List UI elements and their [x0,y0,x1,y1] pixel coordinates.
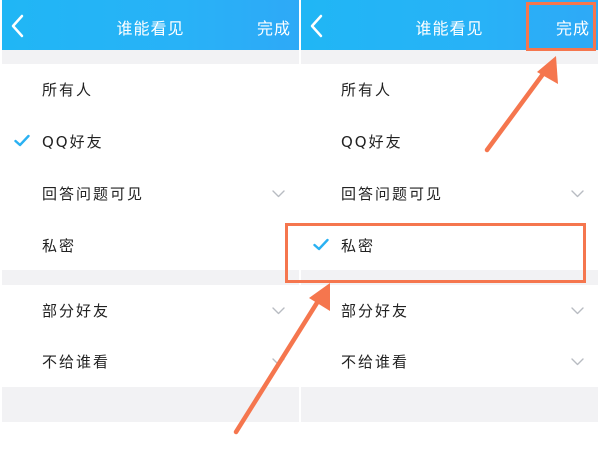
option-label: QQ好友 [42,133,104,151]
chevron-down-icon [571,358,584,366]
option-label: 部分好友 [341,302,410,320]
option-some-friends[interactable]: 部分好友 [2,285,299,337]
option-qq-friends[interactable]: QQ好友 [2,116,299,168]
chevron-down-icon [571,190,584,198]
option-everyone[interactable]: 所有人 [301,64,598,116]
visibility-options: 所有人 QQ好友 回答问题可见 私密 [2,64,299,270]
more-visibility-options: 部分好友 不给谁看 [2,285,299,387]
option-label: 私密 [42,237,77,255]
nav-bar: 谁能看见 完成 [2,0,299,50]
option-label: 部分好友 [42,302,111,320]
page-title: 谁能看见 [116,19,185,38]
visibility-screen-after: 谁能看见 完成 所有人 QQ好友 回答问题可见 私密 部分好友 不给谁看 [301,0,598,422]
chevron-down-icon [272,190,285,198]
option-hide-from[interactable]: 不给谁看 [301,336,598,388]
option-label: QQ好友 [341,133,403,151]
option-everyone[interactable]: 所有人 [2,64,299,116]
option-label: 不给谁看 [341,353,410,371]
chevron-down-icon [571,307,584,315]
check-icon [14,134,30,147]
option-some-friends[interactable]: 部分好友 [301,285,598,337]
option-qq-friends[interactable]: QQ好友 [301,116,598,168]
option-private[interactable]: 私密 [2,220,299,272]
option-label: 不给谁看 [42,353,111,371]
chevron-down-icon [272,307,285,315]
option-label: 所有人 [341,81,393,99]
highlight-box-done [526,2,596,51]
visibility-screen-before: 谁能看见 完成 所有人 QQ好友 回答问题可见 私密 部分好友 不给谁看 [2,0,299,422]
option-answer-question[interactable]: 回答问题可见 [301,168,598,220]
chevron-down-icon [272,358,285,366]
more-visibility-options: 部分好友 不给谁看 [301,285,598,387]
option-label: 回答问题可见 [341,185,444,203]
highlight-box-private [285,223,586,283]
option-label: 所有人 [42,81,94,99]
option-hide-from[interactable]: 不给谁看 [2,336,299,388]
option-label: 回答问题可见 [42,185,145,203]
done-button[interactable]: 完成 [257,15,291,39]
option-answer-question[interactable]: 回答问题可见 [2,168,299,220]
